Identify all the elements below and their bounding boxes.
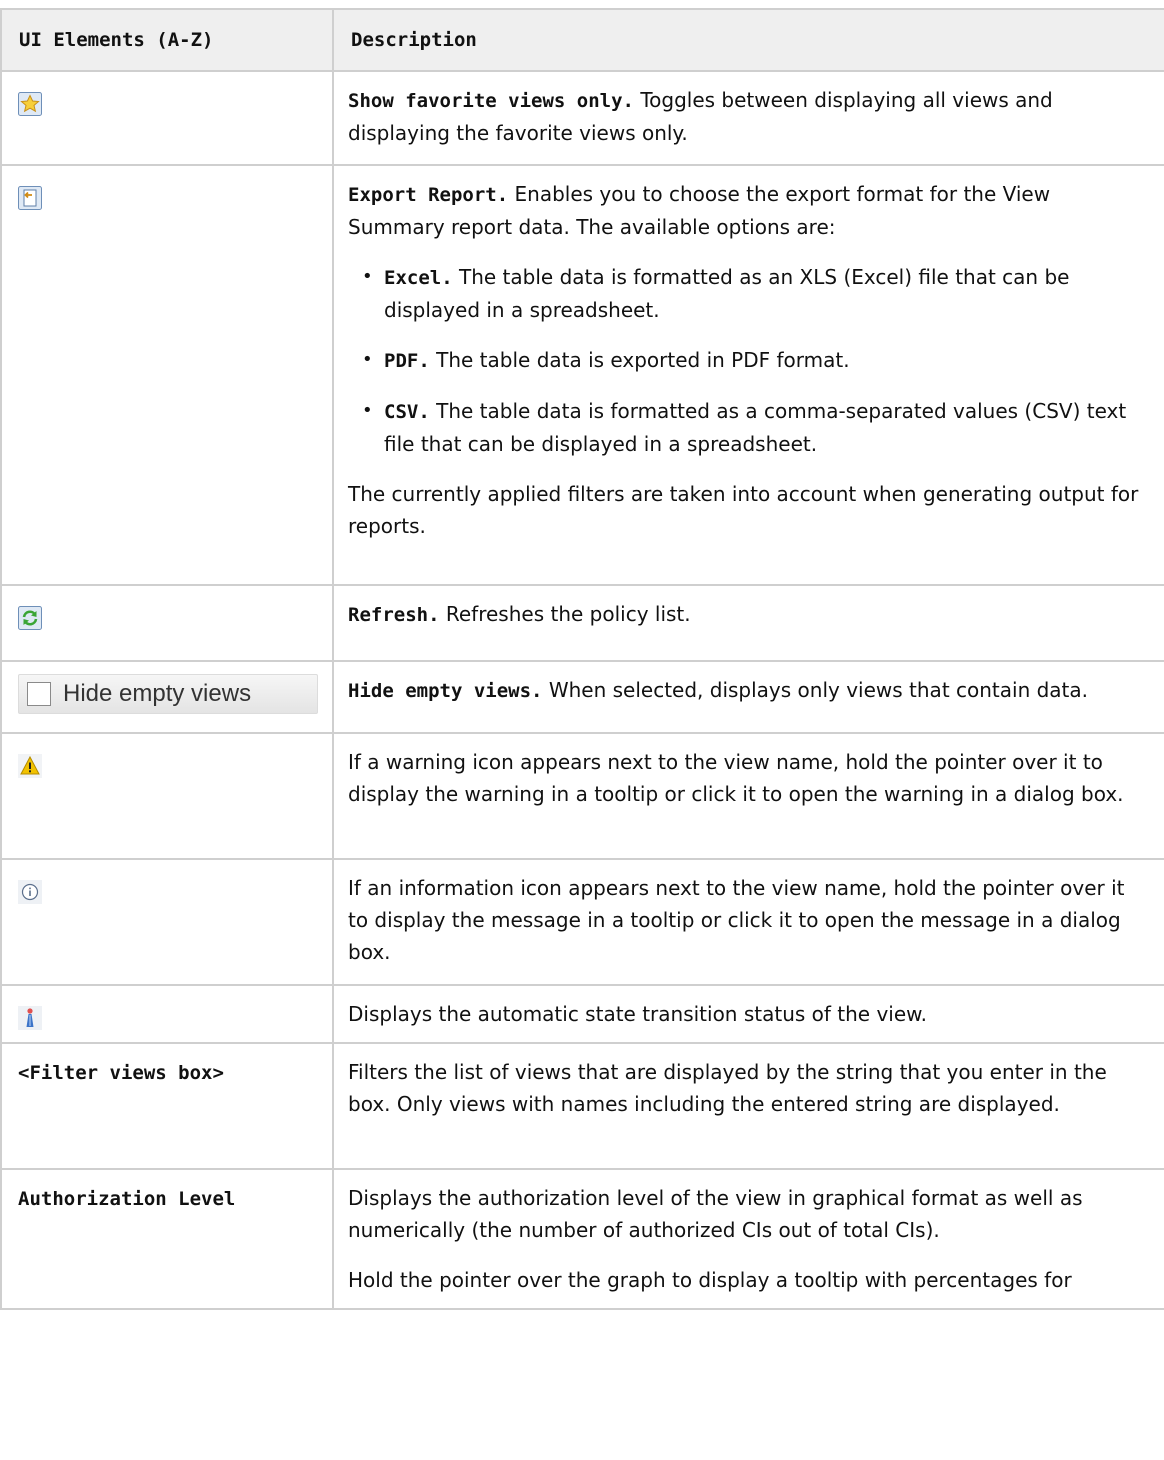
export-report-icon [18,185,42,210]
column-header-ui-elements: UI Elements (A-Z) [0,8,334,72]
refresh-icon [18,605,42,630]
description-text: Filters the list of views that are displ… [348,1060,1107,1116]
table-row: <Filter views box> Filters the list of v… [0,1042,1164,1170]
table-row: Displays the automatic state transition … [0,984,1164,1044]
star-favorite-icon [18,91,42,116]
ui-element-cell [0,984,334,1044]
ui-element-cell [0,584,334,662]
description-cell: Hide empty views. When selected, display… [332,660,1164,734]
option-title: CSV. [384,401,430,423]
checkbox-box[interactable] [27,682,51,706]
description-title: Show favorite views only. [348,90,634,112]
option-title: Excel. [384,267,453,289]
state-transition-icon [18,1005,42,1030]
hide-empty-views-checkbox[interactable]: Hide empty views [18,674,318,714]
export-options-list: Excel. The table data is formatted as an… [348,261,1150,460]
description-text: Displays the authorization level of the … [348,1186,1083,1242]
description-note: Hold the pointer over the graph to displ… [348,1268,1072,1292]
description-cell: If a warning icon appears next to the vi… [332,732,1164,860]
table-row: Hide empty views Hide empty views. When … [0,660,1164,734]
description-text: If an information icon appears next to t… [348,876,1125,964]
description-text: Refreshes the policy list. [439,602,691,626]
checkbox-label: Hide empty views [63,680,252,707]
ui-elements-table: UI Elements (A-Z) Description Show favor… [0,8,1164,1310]
ui-element-cell [0,70,334,166]
description-cell: Filters the list of views that are displ… [332,1042,1164,1170]
description-cell: Refresh. Refreshes the policy list. [332,584,1164,662]
filter-views-box-label: <Filter views box> [18,1062,224,1084]
ui-element-cell [0,164,334,586]
description-text: If a warning icon appears next to the vi… [348,750,1124,806]
description-cell: Export Report. Enables you to choose the… [332,164,1164,586]
column-header-description: Description [332,8,1164,72]
table-row: Refresh. Refreshes the policy list. [0,584,1164,662]
description-text: Displays the automatic state transition … [348,1002,928,1026]
description-title: Hide empty views. [348,680,543,702]
description-cell: Displays the authorization level of the … [332,1168,1164,1310]
table-row: If a warning icon appears next to the vi… [0,732,1164,860]
ui-element-cell: <Filter views box> [0,1042,334,1170]
description-cell: If an information icon appears next to t… [332,858,1164,986]
table-row: Show favorite views only. Toggles betwee… [0,70,1164,166]
description-text: When selected, displays only views that … [542,678,1089,702]
option-text: The table data is formatted as a comma-s… [384,399,1127,456]
description-note: The currently applied filters are taken … [348,482,1139,538]
ui-element-cell: Hide empty views [0,660,334,734]
list-item: PDF. The table data is exported in PDF f… [362,344,1150,377]
ui-element-cell: Authorization Level [0,1168,334,1310]
table-row: If an information icon appears next to t… [0,858,1164,986]
list-item: Excel. The table data is formatted as an… [362,261,1150,326]
authorization-level-label: Authorization Level [18,1188,236,1210]
description-cell: Show favorite views only. Toggles betwee… [332,70,1164,166]
warning-icon [18,753,42,778]
description-title: Export Report. [348,184,509,206]
list-item: CSV. The table data is formatted as a co… [362,395,1150,460]
description-title: Refresh. [348,604,440,626]
option-text: The table data is exported in PDF format… [429,348,850,372]
option-title: PDF. [384,350,430,372]
table-row: Authorization Level Displays the authori… [0,1168,1164,1310]
description-cell: Displays the automatic state transition … [332,984,1164,1044]
ui-element-cell [0,858,334,986]
option-text: The table data is formatted as an XLS (E… [384,265,1070,322]
table-header-row: UI Elements (A-Z) Description [0,8,1164,72]
ui-element-cell [0,732,334,860]
info-icon [18,879,42,904]
table-row: Export Report. Enables you to choose the… [0,164,1164,586]
